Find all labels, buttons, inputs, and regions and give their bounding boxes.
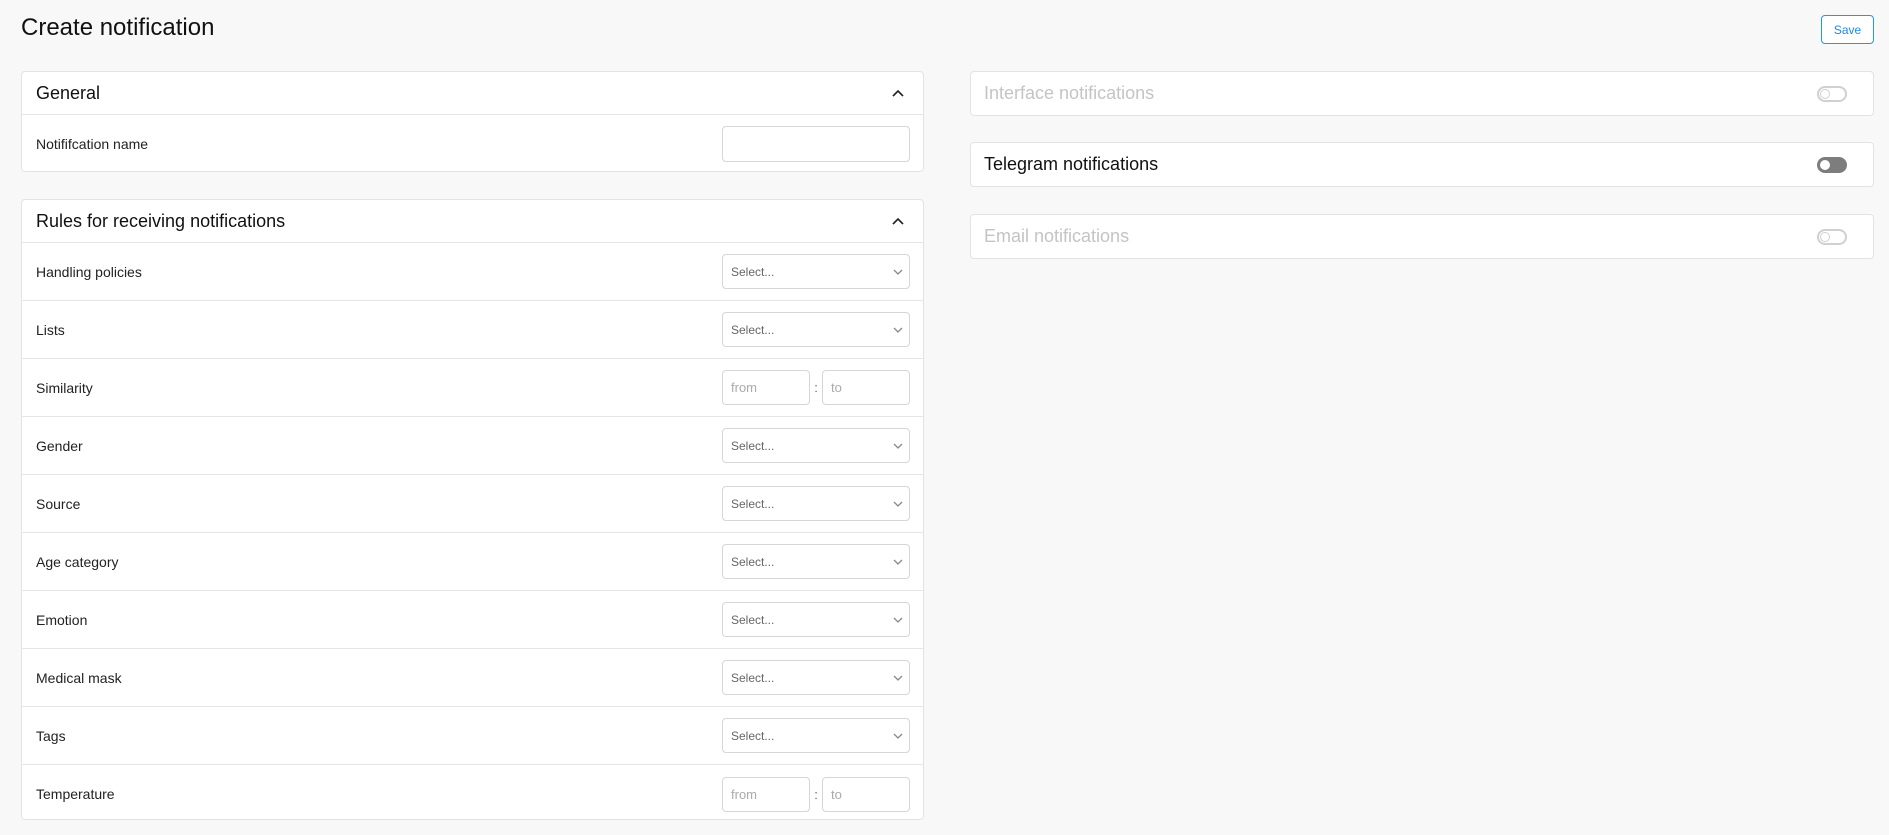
- rules-panel-header[interactable]: Rules for receiving notifications: [22, 200, 923, 243]
- select-placeholder: Select...: [731, 438, 775, 453]
- toggle-knob: [1820, 88, 1830, 99]
- temperature-from-input[interactable]: from: [722, 776, 810, 812]
- medical-mask-label: Medical mask: [36, 669, 122, 686]
- select-placeholder: Select...: [731, 322, 775, 337]
- source-label: Source: [36, 495, 81, 512]
- general-panel: General Notififcation name: [21, 71, 924, 172]
- handling-policies-label: Handling policies: [36, 263, 142, 280]
- age-category-row: Age category Select...: [22, 533, 923, 591]
- emotion-label: Emotion: [36, 611, 88, 628]
- age-category-select[interactable]: Select...: [722, 544, 910, 579]
- chevron-down-icon: [893, 559, 903, 565]
- similarity-to-input[interactable]: to: [822, 370, 910, 405]
- temperature-row: Temperature from : to: [22, 765, 923, 823]
- temperature-to-input[interactable]: to: [822, 776, 910, 812]
- handling-policies-row: Handling policies Select...: [22, 243, 923, 301]
- email-notifications-title: Email notifications: [984, 226, 1130, 246]
- email-notifications-toggle[interactable]: [1817, 228, 1847, 245]
- similarity-row: Similarity from : to: [22, 359, 923, 417]
- source-select[interactable]: Select...: [722, 486, 910, 521]
- email-notifications-panel: Email notifications: [970, 214, 1874, 259]
- toggle-knob: [1820, 231, 1830, 242]
- chevron-down-icon: [893, 269, 903, 275]
- emotion-row: Emotion Select...: [22, 591, 923, 649]
- chevron-down-icon: [893, 733, 903, 739]
- telegram-notifications-toggle[interactable]: [1817, 156, 1847, 173]
- chevron-down-icon: [893, 617, 903, 623]
- interface-notifications-panel: Interface notifications: [970, 71, 1874, 116]
- temperature-range: from : to: [722, 776, 910, 812]
- temperature-label: Temperature: [36, 786, 115, 802]
- toggle-knob: [1820, 159, 1830, 170]
- age-category-label: Age category: [36, 553, 119, 570]
- gender-row: Gender Select...: [22, 417, 923, 475]
- notification-name-input[interactable]: [722, 125, 910, 162]
- medical-mask-row: Medical mask Select...: [22, 649, 923, 707]
- tags-select[interactable]: Select...: [722, 718, 910, 753]
- tags-label: Tags: [36, 727, 66, 744]
- interface-notifications-title: Interface notifications: [984, 83, 1155, 103]
- chevron-down-icon: [893, 675, 903, 681]
- rules-panel-title: Rules for receiving notifications: [36, 210, 286, 231]
- notification-name-row: Notififcation name: [22, 115, 923, 172]
- interface-notifications-toggle[interactable]: [1817, 85, 1847, 102]
- general-panel-header[interactable]: General: [22, 72, 923, 115]
- select-placeholder: Select...: [731, 728, 775, 743]
- medical-mask-select[interactable]: Select...: [722, 660, 910, 695]
- lists-row: Lists Select...: [22, 301, 923, 359]
- general-panel-title: General: [36, 82, 101, 103]
- select-placeholder: Select...: [731, 496, 775, 511]
- chevron-down-icon: [893, 327, 903, 333]
- chevron-up-icon[interactable]: [887, 82, 909, 104]
- gender-label: Gender: [36, 437, 83, 454]
- range-separator: :: [814, 786, 818, 802]
- similarity-from-input[interactable]: from: [722, 370, 810, 405]
- save-button[interactable]: Save: [1821, 15, 1874, 44]
- similarity-range: from : to: [722, 370, 910, 405]
- lists-select[interactable]: Select...: [722, 312, 910, 347]
- select-placeholder: Select...: [731, 554, 775, 569]
- page-title: Create notification: [21, 14, 215, 41]
- chevron-down-icon: [893, 501, 903, 507]
- select-placeholder: Select...: [731, 264, 775, 279]
- select-placeholder: Select...: [731, 612, 775, 627]
- telegram-notifications-title: Telegram notifications: [984, 154, 1159, 174]
- chevron-down-icon: [893, 443, 903, 449]
- notification-name-label: Notififcation name: [36, 135, 149, 152]
- lists-label: Lists: [36, 321, 65, 338]
- select-placeholder: Select...: [731, 670, 775, 685]
- source-row: Source Select...: [22, 475, 923, 533]
- similarity-label: Similarity: [36, 379, 93, 396]
- gender-select[interactable]: Select...: [722, 428, 910, 463]
- chevron-up-icon[interactable]: [887, 210, 909, 232]
- tags-row: Tags Select...: [22, 707, 923, 765]
- range-separator: :: [814, 380, 818, 395]
- emotion-select[interactable]: Select...: [722, 602, 910, 637]
- rules-panel: Rules for receiving notifications Handli…: [21, 199, 924, 820]
- handling-policies-select[interactable]: Select...: [722, 254, 910, 289]
- telegram-notifications-panel: Telegram notifications: [970, 142, 1874, 187]
